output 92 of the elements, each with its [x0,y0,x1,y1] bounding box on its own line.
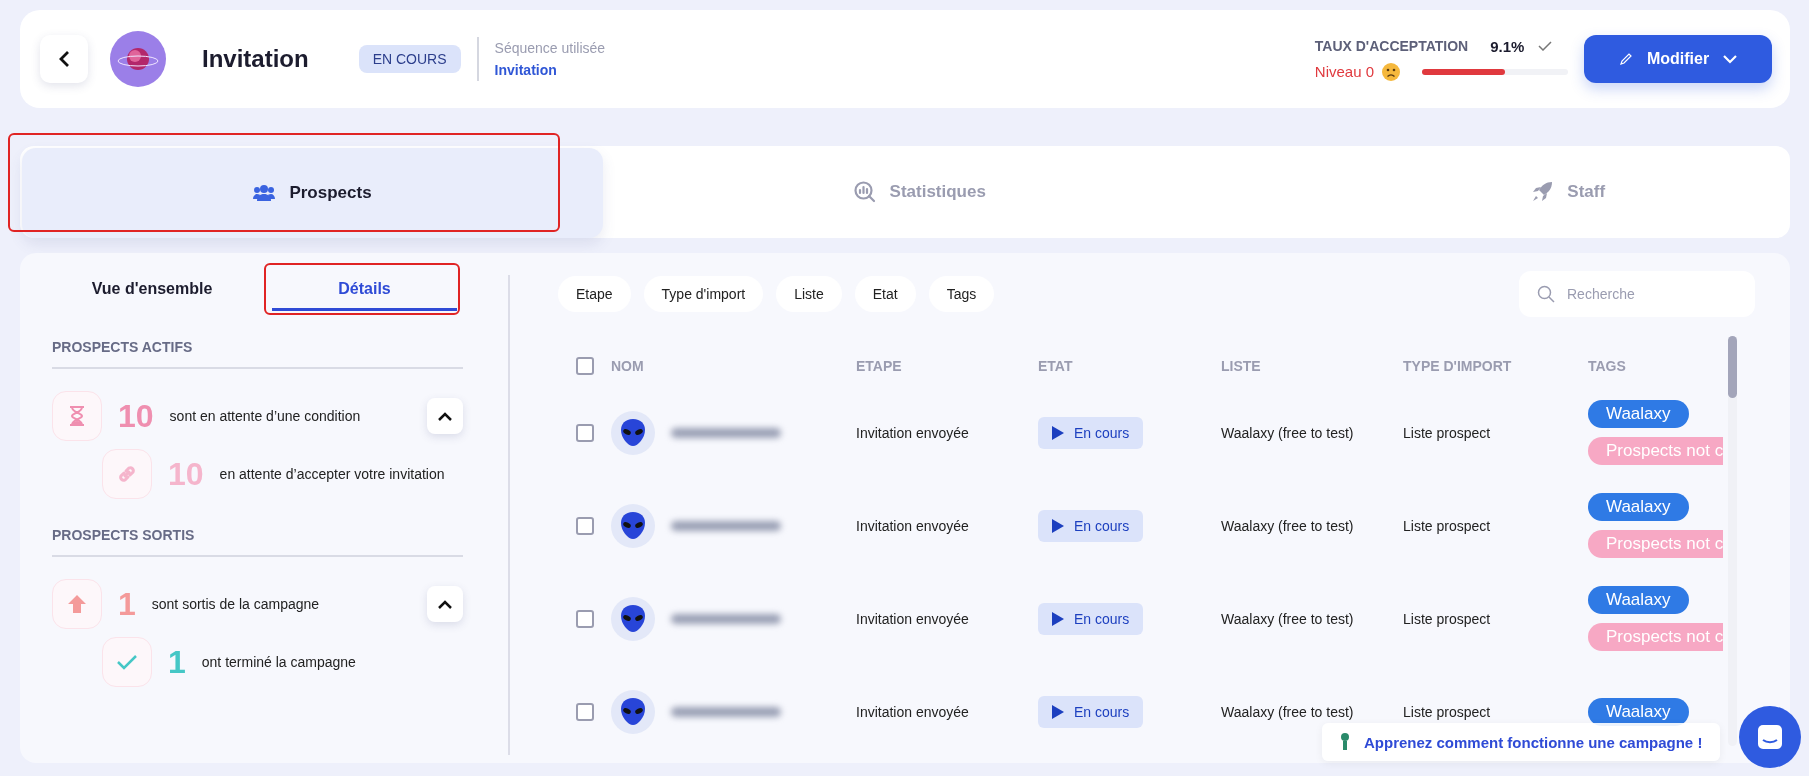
alien-avatar-icon [611,410,655,455]
table-cell: Waalaxy (free to test) [1221,610,1354,627]
alien-avatar-icon [611,596,655,641]
chevron-left-icon [58,50,70,68]
chat-icon [1756,723,1784,751]
collapse-button[interactable] [427,586,463,622]
status-button[interactable]: En cours [1038,695,1144,728]
search-icon [1537,285,1555,303]
tag: Waalaxy [1588,697,1689,726]
acceptance-value: 9.1% [1490,37,1525,55]
chevron-up-icon [437,599,453,609]
status-button[interactable]: En cours [1038,602,1144,635]
edit-button[interactable]: Modifier [1584,35,1772,83]
stat-count: 1 [168,643,186,681]
filter-chip[interactable]: Tags [928,276,995,312]
table-cell: Waalaxy (free to test) [1221,703,1354,720]
alien-avatar-icon [611,503,655,548]
scrollbar[interactable] [1728,336,1737,746]
tag: Prospects not c [1588,437,1723,465]
acceptance-label: TAUX D'ACCEPTATION [1314,38,1469,54]
check-icon [1538,41,1553,51]
play-icon [1052,518,1064,533]
column-header: TAGS [1588,358,1626,374]
stat-text: ont terminé la campagne [201,654,356,670]
table-cell: Liste prospect [1403,517,1491,534]
sad-face-icon [1382,62,1400,81]
link-icon [116,463,138,485]
stat-text: en attente d’accepter votre invitation [219,466,445,482]
filter-chip[interactable]: Etape [558,276,631,312]
arrow-up-icon [67,594,87,614]
tag: Prospects not c [1588,623,1723,651]
sequence-label: Séquence utilisée [494,40,606,56]
sequence-link[interactable]: Invitation [494,62,606,78]
column-header: TYPE D'IMPORT [1403,358,1512,374]
alien-avatar-icon [611,689,655,734]
tag: Waalaxy [1588,586,1689,614]
tag: Prospects not c [1588,530,1723,558]
column-header: LISTE [1221,358,1261,374]
help-banner[interactable]: Apprenez comment fonctionne une campagne ! [1322,723,1721,761]
checkbox[interactable] [576,516,594,535]
stat-count: 10 [118,397,154,435]
page-title: Invitation [202,45,309,73]
subtab[interactable]: Vue d'ensemble [52,267,252,311]
status-button[interactable]: En cours [1038,509,1144,542]
stat-text: sont sortis de la campagne [151,596,320,612]
table-cell: Liste prospect [1403,610,1491,627]
table-cell: Invitation envoyée [856,703,969,720]
play-icon [1052,611,1064,626]
chevron-up-icon [437,411,453,421]
status-button[interactable]: En cours [1038,416,1144,449]
column-header: ETAPE [856,358,902,374]
stat-count: 1 [118,585,136,623]
checkbox[interactable] [576,609,594,628]
checkbox[interactable] [576,702,594,721]
column-header: ETAT [1038,358,1073,374]
table-cell: Invitation envoyée [856,610,969,627]
search-chart-icon [853,181,876,203]
collapse-button[interactable] [427,398,463,434]
chevron-down-icon [1723,54,1738,64]
checkbox[interactable] [576,423,594,442]
search-field[interactable]: Recherche [1519,271,1755,317]
tab[interactable]: Prospects [22,148,603,238]
stat-count: 10 [168,455,204,493]
table-cell: Waalaxy (free to test) [1221,517,1354,534]
rocket-icon [1531,181,1554,203]
tag: Waalaxy [1588,400,1689,428]
table-cell: Invitation envoyée [856,517,969,534]
filter-chip[interactable]: Etat [854,276,916,312]
filter-chip[interactable]: Type d'import [643,276,764,312]
hourglass-icon [69,406,85,426]
stat-text: sont en attente d’une condition [169,408,361,424]
column-header: NOM [611,358,644,374]
section-title: PROSPECTS SORTIS [52,527,463,557]
check-icon [116,654,138,670]
help-link[interactable]: Apprenez comment fonctionne une campagne ! [1364,733,1703,751]
pencil-icon [1618,52,1633,66]
table-cell: Liste prospect [1403,703,1491,720]
back-button[interactable] [40,35,88,83]
status-badge: EN COURS [358,45,461,73]
section-title: PROSPECTS ACTIFS [52,339,463,369]
subtab[interactable]: Détails [272,267,457,311]
people-icon [253,184,276,202]
checkbox[interactable] [576,357,594,375]
table-cell: Invitation envoyée [856,424,969,441]
play-icon [1052,425,1064,440]
planet-icon [110,31,166,87]
play-icon [1052,704,1064,719]
level-label: Niveau 0 [1314,63,1374,80]
filter-chip[interactable]: Liste [776,276,842,312]
table-cell: Waalaxy (free to test) [1221,424,1354,441]
tag: Waalaxy [1588,493,1689,521]
table-cell: Liste prospect [1403,424,1491,441]
